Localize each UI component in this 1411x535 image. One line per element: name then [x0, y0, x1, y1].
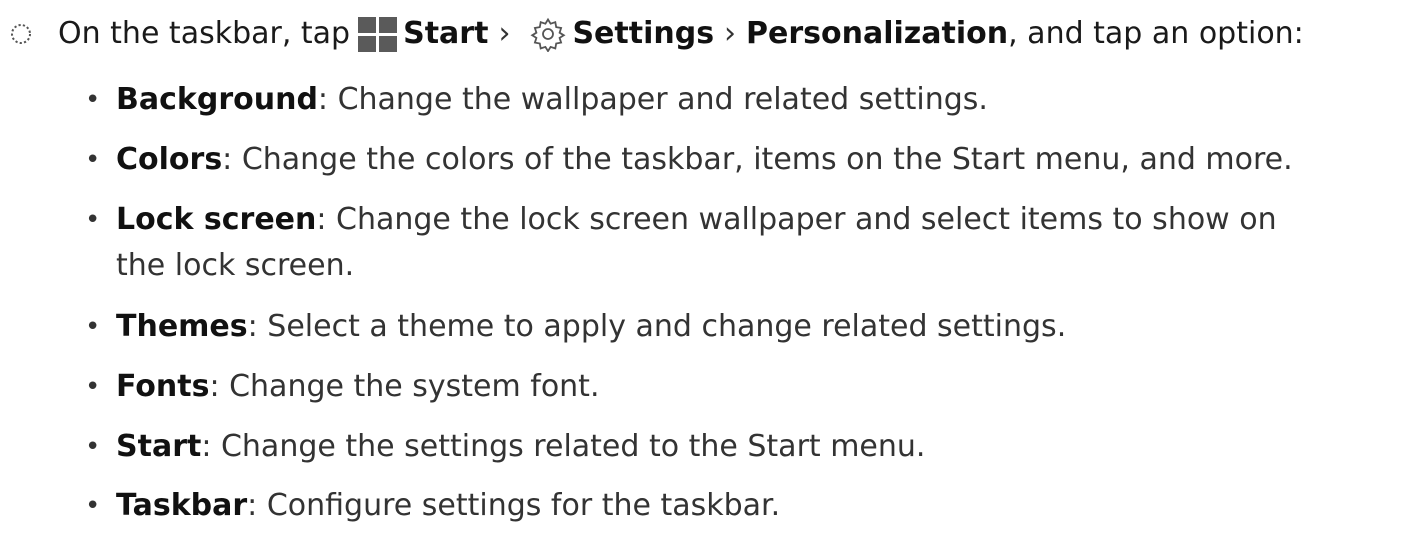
list-item: • Start: Change the settings related to t…: [85, 425, 1406, 469]
option-description: : Change the settings related to the Sta…: [201, 429, 926, 464]
bullet-dot: •: [85, 205, 101, 235]
bullet-dot: •: [85, 432, 101, 462]
option-name: Themes: [116, 309, 248, 344]
option-name: Start: [116, 429, 202, 464]
list-item-continuation: the lock screen.: [116, 244, 1406, 288]
dotted-circle-icon: [11, 24, 31, 44]
option-description: : Select a theme to apply and change rel…: [247, 309, 1067, 344]
separator-chevron: ›: [498, 16, 511, 51]
option-name: Colors: [116, 142, 223, 177]
option-description-continued: the lock screen.: [116, 248, 355, 283]
option-name: Lock screen: [116, 202, 317, 237]
option-name: Taskbar: [116, 488, 248, 523]
option-description: : Change the lock screen wallpaper and s…: [316, 202, 1277, 237]
option-name: Fonts: [116, 369, 210, 404]
gear-icon: [530, 17, 566, 52]
windows-start-icon: [358, 16, 398, 52]
step-prefix: On the taskbar, tap: [58, 16, 351, 51]
option-description: : Change the colors of the taskbar, item…: [222, 142, 1293, 177]
bullet-dot: •: [85, 145, 101, 175]
separator-chevron-2: ›: [724, 16, 737, 51]
bullet-dot: •: [85, 312, 101, 342]
step-instruction: On the taskbar, tap Start › Settings › P…: [6, 12, 1406, 56]
bullet-dot: •: [85, 491, 101, 521]
list-item: • Fonts: Change the system font.: [85, 365, 1406, 409]
list-item: • Taskbar: Configure settings for the tas…: [85, 484, 1406, 528]
list-item: • Background: Change the wallpaper and re…: [85, 78, 1406, 122]
start-label: Start: [403, 16, 489, 51]
instructions-document: On the taskbar, tap Start › Settings › P…: [0, 0, 1411, 535]
step-suffix: , and tap an option:: [1008, 16, 1304, 51]
option-description: : Change the wallpaper and related setti…: [317, 82, 988, 117]
list-item: • Lock screen: Change the lock screen wal…: [85, 198, 1406, 242]
option-description: : Change the system font.: [209, 369, 600, 404]
settings-label: Settings: [572, 16, 715, 51]
bullet-dot: •: [85, 85, 101, 115]
option-name: Background: [116, 82, 318, 117]
list-item: • Themes: Select a theme to apply and cha…: [85, 305, 1406, 349]
bullet-dot: •: [85, 372, 101, 402]
list-item: • Colors: Change the colors of the taskba…: [85, 138, 1406, 182]
personalization-label: Personalization: [746, 16, 1009, 51]
option-description: : Configure settings for the taskbar.: [247, 488, 781, 523]
